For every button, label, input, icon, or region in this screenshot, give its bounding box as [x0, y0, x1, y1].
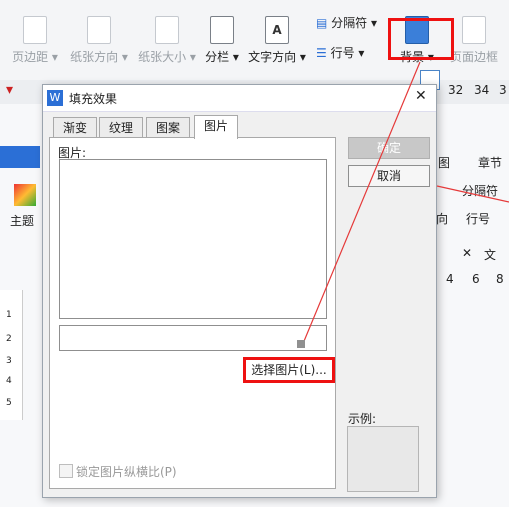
fill-effects-dialog: W 填充效果 ✕ 渐变 纹理 图案 图片 图片: 选择图片(L)... 锁定图片… — [42, 84, 437, 498]
back-section-break[interactable]: 分隔符 — [462, 182, 498, 199]
vruler-5: 5 — [6, 398, 12, 408]
example-preview — [347, 426, 419, 492]
line-number-label: 行号 — [330, 46, 355, 60]
wps-logo — [0, 146, 40, 168]
dialog-close-icon[interactable]: ✕ — [415, 88, 427, 104]
orientation-label: 纸张方向 — [70, 50, 119, 64]
lock-ratio-label: 锁定图片纵横比(P) — [76, 465, 177, 479]
margins-label: 页边距 — [12, 50, 49, 64]
tab-pattern[interactable]: 图案 — [146, 117, 191, 138]
columns-button[interactable]: 分栏 ▾ — [202, 16, 242, 65]
margins-button[interactable]: 页边距 ▾ — [8, 16, 62, 65]
tab-texture[interactable]: 纹理 — [99, 117, 144, 138]
doc-tab-partial[interactable]: 文 — [484, 246, 496, 263]
select-picture-button[interactable]: 选择图片(L)... — [243, 357, 335, 383]
vertical-ruler: 1 2 3 4 5 — [0, 290, 23, 420]
ruler-number-2: 34 — [474, 83, 490, 97]
page-border-icon — [462, 16, 486, 44]
background-highlight — [388, 18, 454, 60]
vruler-4: 4 — [6, 376, 12, 386]
theme-label[interactable]: 主题 — [10, 212, 34, 229]
section-break-label: 分隔符 — [331, 16, 368, 30]
dialog-titlebar: W 填充效果 ✕ — [43, 85, 436, 112]
close-icon[interactable]: ✕ — [462, 246, 472, 260]
ruler-number-1: 32 — [448, 83, 464, 97]
ok-button[interactable]: 确定 — [348, 137, 430, 159]
orientation-icon — [87, 16, 111, 44]
ruler-number-3: 3 — [499, 83, 507, 97]
tab-view[interactable]: 图 — [438, 154, 450, 171]
wps-icon: W — [47, 90, 63, 106]
picture-path-field — [59, 325, 327, 351]
vruler-3: 3 — [6, 356, 12, 366]
columns-label: 分栏 — [205, 50, 230, 64]
tab-chapter[interactable]: 章节 — [478, 154, 502, 171]
cancel-button[interactable]: 取消 — [348, 165, 430, 187]
section-break-button[interactable]: ▤ 分隔符 ▾ — [316, 14, 377, 31]
ruler-num-b: 6 — [472, 272, 480, 286]
picture-preview-box — [59, 159, 327, 319]
ribbon-toolbar: 页边距 ▾ 纸张方向 ▾ 纸张大小 ▾ 分栏 ▾ A 文字方向 ▾ ▤ 分隔符 … — [0, 0, 509, 81]
orientation-button[interactable]: 纸张方向 ▾ — [68, 16, 130, 65]
paper-size-button[interactable]: 纸张大小 ▾ — [136, 16, 198, 65]
text-direction-button[interactable]: A 文字方向 ▾ — [246, 16, 308, 65]
text-direction-icon: A — [265, 16, 289, 44]
page-border-label: 页面边框 — [449, 50, 498, 64]
section-break-icon: ▤ — [316, 16, 328, 30]
vruler-2: 2 — [6, 334, 12, 344]
example-label: 示例: — [348, 412, 377, 426]
line-number-icon: ☰ — [316, 46, 327, 60]
ruler-num-a: 4 — [446, 272, 454, 286]
dialog-title: 填充效果 — [69, 92, 118, 106]
columns-icon — [210, 16, 234, 44]
text-direction-label: 文字方向 — [248, 50, 297, 64]
tab-gradient[interactable]: 渐变 — [53, 117, 98, 138]
direction-partial: 向 — [436, 212, 449, 226]
back-line-number[interactable]: 行号 — [466, 210, 490, 227]
ruler-num-c: 8 — [496, 272, 504, 286]
paper-size-icon — [155, 16, 179, 44]
picture-tab-panel: 图片: 选择图片(L)... 锁定图片纵横比(P) — [49, 137, 336, 489]
line-number-button[interactable]: ☰ 行号 ▾ — [316, 44, 364, 61]
paper-size-label: 纸张大小 — [138, 50, 187, 64]
vruler-1: 1 — [6, 310, 12, 320]
tab-picture[interactable]: 图片 — [194, 115, 239, 139]
margins-icon — [23, 16, 47, 44]
dropdown-arrow-icon: ▾ — [6, 82, 14, 98]
lock-ratio-checkbox[interactable] — [59, 464, 73, 478]
theme-icon — [14, 184, 36, 206]
